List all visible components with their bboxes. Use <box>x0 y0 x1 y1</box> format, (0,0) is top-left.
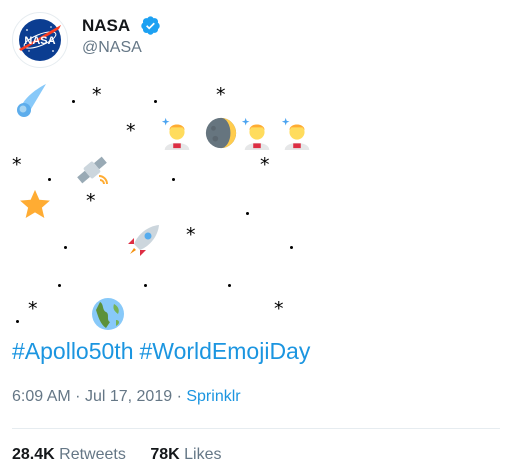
tweet-hashtags: #Apollo50th #WorldEmojiDay <box>12 338 316 365</box>
asterisk: * <box>274 298 284 320</box>
likes-count: 78K <box>150 446 180 463</box>
display-name[interactable]: NASA <box>82 16 130 36</box>
tweet-time[interactable]: 6:09 AM <box>12 388 71 405</box>
dot <box>154 100 157 103</box>
rocket-icon <box>128 225 159 256</box>
astronaut-icon <box>281 117 310 150</box>
dot <box>172 178 175 181</box>
satellite-icon <box>77 156 108 185</box>
handle[interactable]: @NASA <box>82 39 142 57</box>
hashtag-apollo50th[interactable]: #Apollo50th <box>12 338 134 364</box>
meta-separator: · <box>176 388 182 405</box>
asterisk: * <box>186 224 196 246</box>
asterisk: * <box>260 154 270 176</box>
astronaut-icon <box>161 117 190 150</box>
meta-separator: · <box>75 388 81 405</box>
dot <box>64 246 67 249</box>
moon-icon <box>205 117 237 149</box>
asterisk: * <box>126 120 136 142</box>
asterisk: * <box>86 190 96 212</box>
retweets-count: 28.4K <box>12 446 55 463</box>
star-icon <box>20 189 50 219</box>
hashtag-worldemojiday[interactable]: #WorldEmojiDay <box>140 338 311 364</box>
dot <box>228 284 231 287</box>
nasa-logo-text: NASA <box>24 35 55 47</box>
dot <box>246 212 249 215</box>
earth-icon <box>92 298 124 330</box>
verified-badge-icon <box>141 16 160 35</box>
tweet-date[interactable]: Jul 17, 2019 <box>85 388 172 405</box>
comet-icon <box>17 84 46 117</box>
dot <box>48 178 51 181</box>
avatar[interactable]: NASA <box>12 12 68 68</box>
retweets-stat[interactable]: 28.4K Retweets <box>12 446 126 463</box>
tweet-source[interactable]: Sprinklr <box>186 388 240 405</box>
likes-stat[interactable]: 78K Likes <box>150 446 221 463</box>
asterisk: * <box>92 84 102 106</box>
dot <box>290 246 293 249</box>
dot <box>144 284 147 287</box>
asterisk: * <box>12 154 22 176</box>
dot <box>58 284 61 287</box>
divider <box>12 428 500 429</box>
tweet-stats: 28.4K Retweets 78K Likes <box>12 446 221 464</box>
asterisk: * <box>216 84 226 106</box>
astronaut-icon <box>241 117 270 150</box>
asterisk: * <box>28 298 38 320</box>
tweet-meta: 6:09 AM · Jul 17, 2019 · Sprinklr <box>12 388 241 406</box>
dot <box>16 320 19 323</box>
likes-label: Likes <box>184 446 222 463</box>
dot <box>72 100 75 103</box>
nasa-logo: NASA <box>19 19 61 61</box>
emoji-art: * * * * * * * * * <box>0 74 512 334</box>
retweets-label: Retweets <box>59 446 126 463</box>
